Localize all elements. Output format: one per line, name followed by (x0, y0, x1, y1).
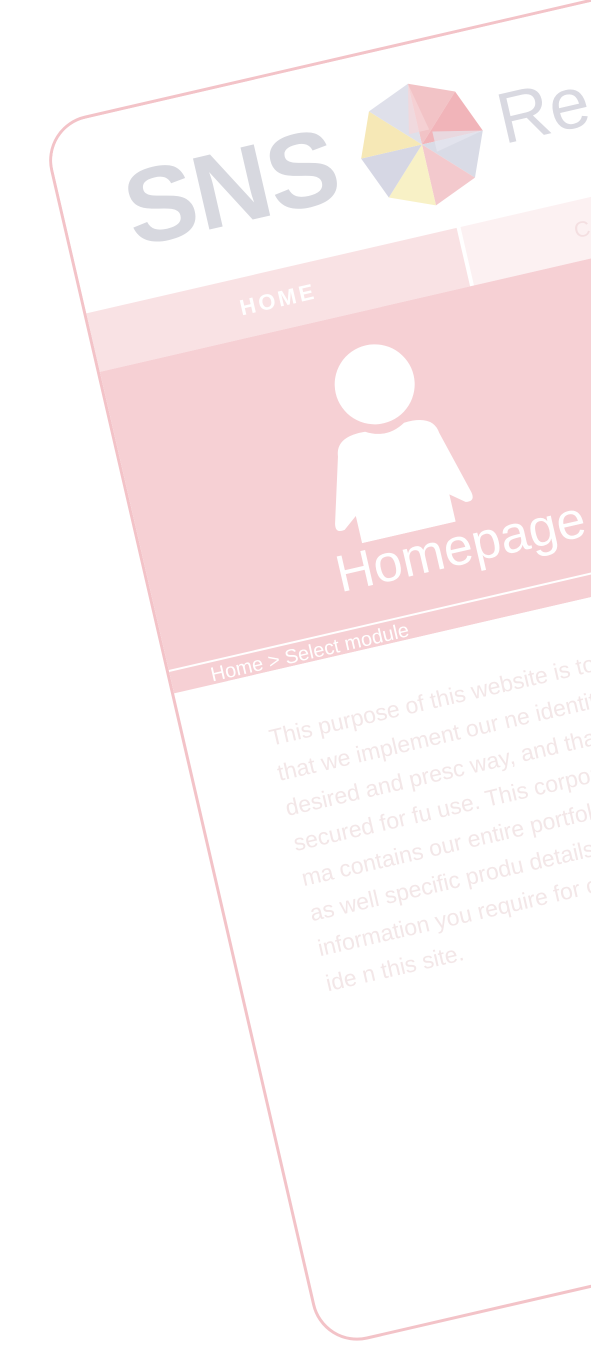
logo-text[interactable]: SNS (113, 105, 350, 271)
person-icon (334, 344, 473, 544)
device-frame: SNS Reg HOME C Homepage Home > Select mo… (40, 0, 591, 1350)
intro-paragraph: This purpose of this website is to ensur… (266, 633, 591, 997)
logo-star-icon (361, 83, 483, 206)
logo-tagline: Reg (489, 52, 591, 160)
